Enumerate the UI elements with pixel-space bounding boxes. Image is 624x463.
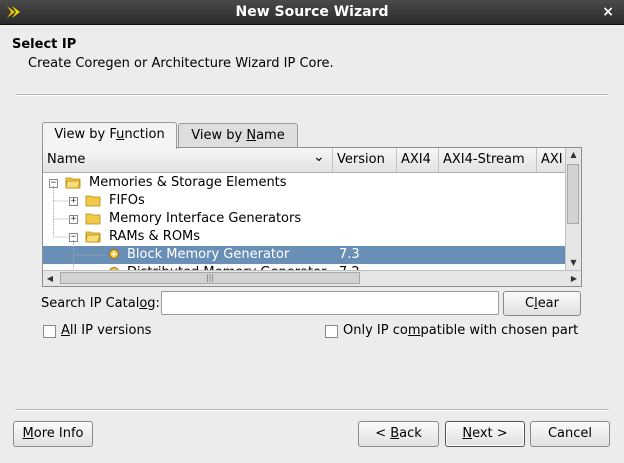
wizard-header: Select IP Create Coregen or Architecture… (0, 25, 624, 85)
horizontal-scroll-thumb[interactable]: ||| (60, 272, 360, 284)
footer-divider (15, 409, 609, 411)
page-subtitle: Create Coregen or Architecture Wizard IP… (28, 56, 334, 71)
column-header-version[interactable]: Version (333, 148, 397, 172)
compatible-only-checkbox[interactable] (325, 325, 338, 338)
scroll-up-icon[interactable]: ▲ (566, 148, 581, 162)
scroll-left-icon[interactable]: ◀ (43, 271, 57, 286)
back-button[interactable]: < Back (358, 421, 439, 447)
scroll-down-icon[interactable]: ▼ (566, 256, 581, 270)
next-button[interactable]: Next > (445, 421, 525, 447)
clear-button[interactable]: Clear (503, 291, 581, 316)
ip-catalog-tree[interactable]: Name ⌄ Version AXI4 AXI4-Stream AXI − Me… (42, 147, 582, 287)
table-header: Name ⌄ Version AXI4 AXI4-Stream AXI (43, 148, 565, 173)
horizontal-scrollbar[interactable]: ◀ ||| ▶ (43, 270, 581, 286)
close-icon[interactable]: × (602, 4, 614, 20)
version-cell: 7.3 (339, 247, 360, 262)
search-label: Search IP Catalog: (41, 296, 160, 311)
page-title: Select IP (12, 37, 77, 52)
scroll-right-icon[interactable]: ▶ (567, 271, 581, 286)
tab-view-by-name[interactable]: View by Name (178, 123, 298, 148)
column-header-name[interactable]: Name ⌄ (43, 148, 333, 172)
sort-chevron-icon[interactable]: ⌄ (313, 148, 325, 169)
column-header-axi4[interactable]: AXI4 (397, 148, 439, 172)
column-header-axi4-stream[interactable]: AXI4-Stream (439, 148, 537, 172)
search-ip-catalog-input[interactable] (161, 291, 499, 315)
compatible-only-label[interactable]: Only IP compatible with chosen part (343, 323, 578, 338)
cancel-button[interactable]: Cancel (530, 421, 610, 447)
all-ip-versions-label[interactable]: All IP versions (61, 323, 151, 338)
vertical-scrollbar[interactable]: ▲ ▼ (565, 148, 581, 270)
vertical-scroll-thumb[interactable] (567, 164, 579, 224)
tree-lines (53, 186, 105, 270)
all-ip-versions-checkbox[interactable] (43, 325, 56, 338)
window-title: New Source Wizard (235, 4, 389, 20)
title-bar: New Source Wizard × (0, 0, 624, 25)
more-info-button[interactable]: More Info (13, 421, 93, 447)
tab-view-by-function[interactable]: View by Function (42, 122, 177, 149)
header-divider (15, 94, 609, 96)
